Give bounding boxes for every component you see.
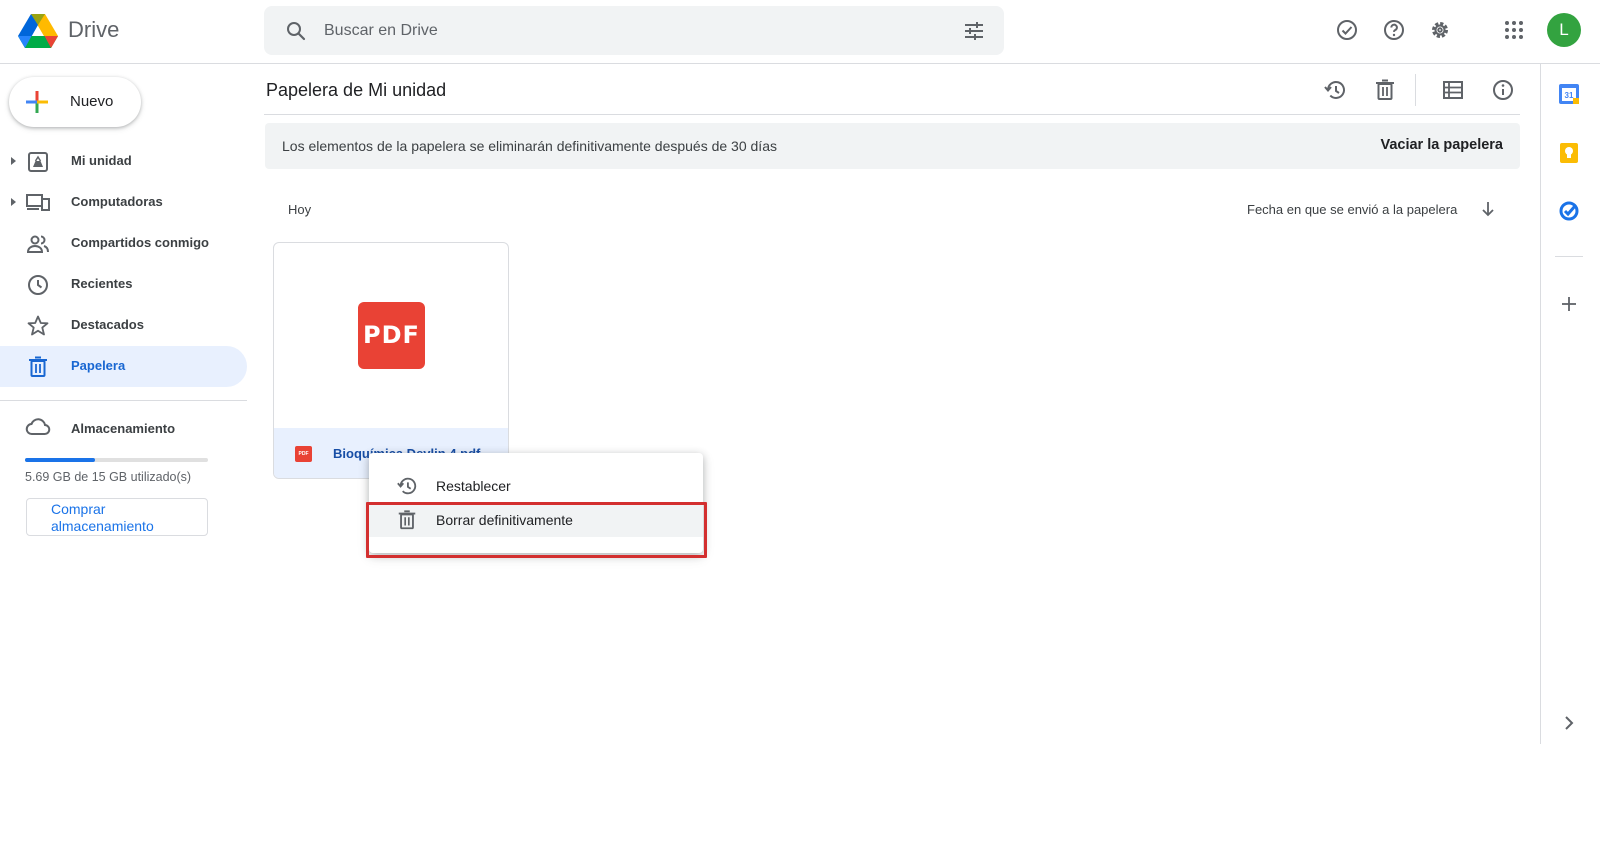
- sidebar-item-label: Compartidos conmigo: [71, 235, 209, 250]
- sidebar-item-trash[interactable]: Papelera: [0, 346, 247, 387]
- pdf-file-icon: PDF: [295, 446, 312, 462]
- expand-caret-icon[interactable]: [11, 157, 16, 165]
- sidebar-item-label: Destacados: [71, 317, 144, 332]
- help-icon[interactable]: [1382, 18, 1406, 42]
- sidebar-item-label: Mi unidad: [71, 153, 132, 168]
- sidebar-item-starred[interactable]: Destacados: [0, 305, 247, 346]
- title-divider: [264, 114, 1520, 115]
- pdf-thumbnail-icon: PDF: [358, 302, 425, 369]
- sort-direction-icon[interactable]: [1478, 199, 1498, 219]
- menu-item-label: Restablecer: [436, 478, 511, 494]
- apps-grid-icon[interactable]: [1502, 18, 1526, 42]
- banner-message: Los elementos de la papelera se eliminar…: [282, 138, 777, 154]
- sidebar-item-my-drive[interactable]: Mi unidad: [0, 141, 247, 182]
- chevron-right-icon[interactable]: [1558, 712, 1580, 734]
- drive-logo-icon[interactable]: [18, 12, 58, 48]
- computers-icon: [26, 194, 50, 211]
- delete-forever-icon[interactable]: [1373, 78, 1397, 102]
- sort-label[interactable]: Fecha en que se envió a la papelera: [1247, 202, 1457, 217]
- sidebar-item-computers[interactable]: Computadoras: [0, 182, 247, 223]
- sidebar-item-label: Papelera: [71, 358, 126, 373]
- empty-trash-button[interactable]: Vaciar la papelera: [1380, 137, 1503, 153]
- restore-all-icon[interactable]: [1323, 78, 1347, 102]
- calendar-icon[interactable]: 31: [1558, 83, 1580, 105]
- storage-progress-fill: [25, 458, 95, 462]
- search-icon[interactable]: [284, 19, 308, 43]
- list-view-icon[interactable]: [1441, 78, 1465, 102]
- star-icon: [27, 315, 49, 336]
- search-bar[interactable]: [264, 6, 1004, 55]
- buy-storage-button[interactable]: Comprar almacenamiento: [26, 498, 208, 536]
- side-panel-divider: [1540, 64, 1541, 744]
- search-input[interactable]: [324, 14, 924, 47]
- storage-used-text: 5.69 GB de 15 GB utilizado(s): [25, 470, 192, 484]
- sidebar-item-label: Recientes: [71, 276, 133, 291]
- add-addon-icon[interactable]: [1558, 293, 1580, 315]
- menu-item-restore[interactable]: Restablecer: [369, 470, 703, 503]
- sidebar-item-recent[interactable]: Recientes: [0, 264, 247, 305]
- offline-ready-icon[interactable]: [1335, 18, 1359, 42]
- shared-with-me-icon: [26, 235, 49, 253]
- account-avatar[interactable]: L: [1547, 13, 1581, 47]
- svg-text:31: 31: [1565, 91, 1574, 100]
- clock-icon: [28, 275, 48, 295]
- restore-icon: [397, 477, 417, 495]
- new-button-label: Nuevo: [70, 93, 114, 110]
- toolbar-separator: [1415, 74, 1416, 106]
- sidebar-item-shared[interactable]: Compartidos conmigo: [0, 223, 247, 264]
- app-name[interactable]: Drive: [68, 17, 119, 43]
- page-title: Papelera de Mi unidad: [266, 80, 447, 100]
- info-icon[interactable]: [1491, 78, 1515, 102]
- side-panel-separator: [1555, 256, 1583, 257]
- trash-icon: [29, 356, 47, 377]
- tasks-icon[interactable]: [1558, 200, 1580, 222]
- my-drive-icon: [28, 152, 48, 172]
- keep-icon[interactable]: [1558, 142, 1580, 164]
- storage-label[interactable]: Almacenamiento: [71, 421, 175, 436]
- sidebar-item-label: Computadoras: [71, 194, 163, 209]
- cloud-icon: [25, 418, 51, 435]
- sidebar-divider: [0, 400, 247, 401]
- top-bar: Drive L: [0, 0, 1600, 64]
- plus-icon: [26, 91, 48, 113]
- annotation-highlight-box: [366, 502, 707, 558]
- section-label: Hoy: [288, 202, 312, 217]
- search-options-icon[interactable]: [962, 19, 986, 43]
- new-button[interactable]: Nuevo: [9, 77, 141, 127]
- file-card[interactable]: PDF PDF Bioquímica Devlin 4.pdf: [273, 242, 509, 479]
- settings-icon[interactable]: [1428, 18, 1452, 42]
- storage-progress-bar: [25, 458, 208, 462]
- expand-caret-icon[interactable]: [11, 198, 16, 206]
- trash-info-banner: Los elementos de la papelera se eliminar…: [265, 123, 1520, 169]
